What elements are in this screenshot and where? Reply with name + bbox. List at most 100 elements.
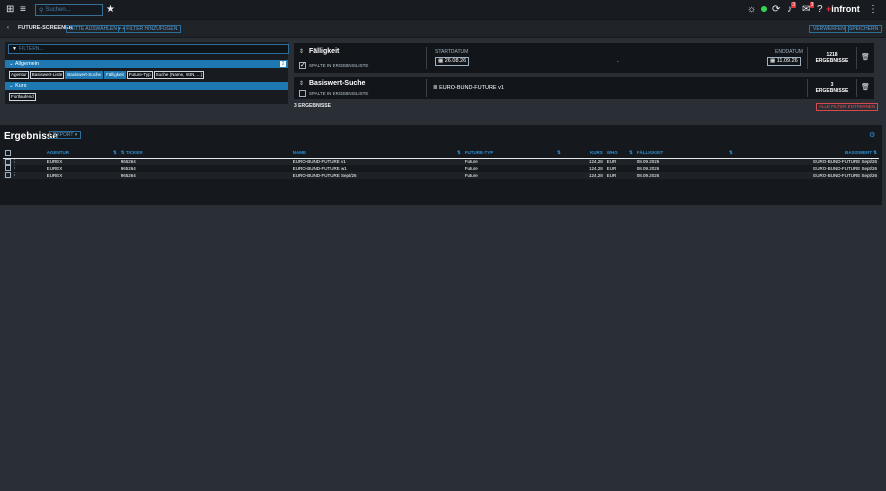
col-basiswert[interactable]: BASISWERT ⇅ xyxy=(734,148,879,159)
col-whg[interactable]: WHG ⇅ xyxy=(604,148,635,159)
cell-faelligkeit: 08.09.2026 xyxy=(634,158,735,165)
col-future-typ[interactable]: FUTURE-TYP ⇅ xyxy=(462,148,563,159)
connection-status-icon xyxy=(761,6,767,12)
refresh-icon[interactable]: ⟳ xyxy=(772,4,780,16)
end-date-field[interactable]: ▦ 11.09.26 xyxy=(767,57,801,66)
cell-agentur: EUREX xyxy=(46,166,63,171)
cell-basiswert: EURO-BUND-FUTURE Sept/26 xyxy=(734,158,879,165)
table-header: AGENTUR ⇅ ⇅ TICKER NAME ⇅ FUTURE-TYP ⇅ KURS… xyxy=(3,148,879,159)
calendar-icon: ▦ xyxy=(770,58,776,64)
end-date-label: ENDDATUM xyxy=(775,49,803,55)
cell-whg: EUR xyxy=(604,158,635,165)
menu-icon[interactable]: ≡ xyxy=(20,4,26,16)
delete-criterion-icon[interactable]: 🗑 xyxy=(861,53,870,61)
col-name[interactable]: NAME ⇅ xyxy=(290,148,463,159)
discard-button[interactable]: VERWERFEN xyxy=(809,25,849,33)
cell-basiswert: EURO-BUND-FUTURE Sept/26 xyxy=(734,172,879,179)
export-button[interactable]: EXPORT ▾ xyxy=(49,131,82,139)
row-checkbox[interactable]: ⋮ xyxy=(3,158,19,165)
chat-icon[interactable]: ✉ 3 xyxy=(802,2,815,16)
show-column-checkbox[interactable] xyxy=(299,61,306,69)
apps-grid-icon[interactable]: ⊞ xyxy=(6,4,14,16)
cell-ticker: 965264 xyxy=(118,172,291,179)
cell-whg: EUR xyxy=(604,172,635,179)
table-row[interactable]: ⋮ EUREX 965264 EURO-BUND-FUTURE Sept/26 … xyxy=(3,172,879,179)
help-icon[interactable]: ? xyxy=(817,4,823,16)
group-allgemein[interactable]: ⌄ Allgemein 2 xyxy=(5,60,288,68)
filter-input[interactable]: ▼ FILTERN... xyxy=(8,44,289,54)
show-column-checkbox[interactable] xyxy=(299,90,306,97)
sort-icon: ⇅ xyxy=(456,149,461,155)
tag-row-kurs: Fortlaufend xyxy=(9,93,36,101)
divider xyxy=(807,47,808,69)
more-vertical-icon[interactable]: ⋮ xyxy=(868,4,878,16)
cell-agentur: EUREX xyxy=(18,158,119,165)
cell-name[interactable]: EURO-BUND-FUTURE v1 xyxy=(290,158,463,165)
table-row[interactable]: ⋮ EUREX 965264 EURO-BUND-FUTURE v1 Futur… xyxy=(3,158,879,165)
select-all-checkbox[interactable] xyxy=(3,148,19,159)
criterion-card-faelligkeit: ⇕ Fälligkeit SPALTE IN ERGEBNISLISTE STA… xyxy=(294,43,874,73)
col-agentur[interactable]: AGENTUR ⇅ xyxy=(18,148,119,159)
infront-logo: +infront xyxy=(826,4,860,14)
gear-icon[interactable]: ⚙ xyxy=(869,131,875,139)
delete-criterion-icon[interactable]: 🗑 xyxy=(861,83,870,91)
search-placeholder: Suchen... xyxy=(45,7,71,13)
alerts-badge: 3 xyxy=(791,2,796,8)
cell-future-typ: Future xyxy=(462,172,563,179)
drag-handle-icon[interactable]: ⇕ xyxy=(299,80,304,87)
calendar-icon: ▦ xyxy=(438,58,444,64)
start-date-field[interactable]: ▦ 26.08.26 xyxy=(435,57,470,66)
group-count-badge: 2 xyxy=(280,61,286,67)
divider xyxy=(426,79,427,97)
messages-badge: 3 xyxy=(809,2,815,8)
cell-ticker: 965264 xyxy=(120,166,136,171)
add-filter-button[interactable]: + FILTER HINZUFÜGEN xyxy=(118,25,182,33)
filter-funnel-icon: ▼ xyxy=(12,46,17,52)
table-row[interactable]: ⋮ EUREX 965264 EURO-BUND-FUTURE w1 Futur… xyxy=(3,165,879,172)
cell-kurs: 124,28 xyxy=(589,166,603,171)
top-bar: ⊞ ≡ ⚲ Suchen... ★ ☼ ⟳ ♪ 3 ✉ 3 ? +infront ⋮ xyxy=(0,0,886,20)
screener-select[interactable]: BITTE AUSWÄHLEN ▾ xyxy=(66,25,125,33)
group-kurs[interactable]: ⌄ Kurs xyxy=(5,82,288,90)
group-label: Kurs xyxy=(15,83,27,89)
drag-handle-icon[interactable]: ⇕ xyxy=(299,48,304,55)
back-chevron-icon[interactable]: ‹ xyxy=(7,25,9,31)
favorites-star-icon[interactable]: ★ xyxy=(106,4,115,16)
theme-sun-icon[interactable]: ☼ xyxy=(747,4,756,16)
col-ticker[interactable]: ⇅ TICKER xyxy=(118,148,291,159)
row-checkbox[interactable]: ⋮ xyxy=(3,165,19,172)
tag-basiswert-liste[interactable]: Basiswert-Liste xyxy=(29,71,65,79)
sort-icon: ⇅ xyxy=(628,149,633,155)
col-kurs[interactable]: KURS xyxy=(562,148,605,159)
tag-agentur[interactable]: Agentur xyxy=(9,71,29,79)
total-results-label: 3 ERGEBNISSE xyxy=(294,103,331,109)
sort-icon: ⇅ xyxy=(112,149,117,155)
chevron-down-icon: ▾ xyxy=(74,132,78,138)
row-menu-icon: ⋮ xyxy=(12,158,17,164)
cell-agentur: EUREX xyxy=(18,172,119,179)
bell-icon[interactable]: ♪ 3 xyxy=(787,2,796,16)
chevron-down-icon: ⌄ xyxy=(9,61,14,67)
search-input[interactable]: ⚲ Suchen... xyxy=(35,4,103,16)
page-title: FUTURE-SCREENER xyxy=(18,25,73,31)
show-column-label: SPALTE IN ERGEBNISLISTE xyxy=(309,91,369,96)
tag-suche[interactable]: Suche (Name, ISIN, ...) xyxy=(153,71,205,79)
row-menu-icon: ⋮ xyxy=(12,172,17,178)
results-table: AGENTUR ⇅ ⇅ TICKER NAME ⇅ FUTURE-TYP ⇅ KURS… xyxy=(3,148,879,179)
tag-row-allgemein: Agentur Basiswert-Liste Basiswert-Suche … xyxy=(9,71,205,79)
sort-icon: ⇅ xyxy=(873,149,877,155)
save-button[interactable]: SPEICHERN xyxy=(845,25,883,33)
cell-name[interactable]: EURO-BUND-FUTURE Sept/26 xyxy=(290,172,463,179)
date-range-dash: - xyxy=(617,59,619,64)
tag-basiswert-suche[interactable]: Basiswert-Suche xyxy=(65,71,104,79)
row-checkbox[interactable]: ⋮ xyxy=(3,172,19,179)
tag-faelligkeit[interactable]: Fälligkeit xyxy=(104,71,126,79)
criterion-title: Basiswert-Suche xyxy=(309,80,366,87)
tag-fortlaufend[interactable]: Fortlaufend xyxy=(9,93,36,101)
criterion-card-basiswert-suche: ⇕ Basiswert-Suche SPALTE IN ERGEBNISLIST… xyxy=(294,77,874,99)
tag-future-typ[interactable]: Future-Typ xyxy=(126,71,153,79)
cell-name[interactable]: EURO-BUND-FUTURE w1 xyxy=(291,165,463,172)
col-faelligkeit[interactable]: FÄLLIGKEIT ⇅ xyxy=(634,148,735,159)
results-panel: Ergebnisse EXPORT ▾ ⚙ AGENTUR ⇅ ⇅ TICKER … xyxy=(0,125,882,205)
remove-all-filters-button[interactable]: ALLE FILTER ENTFERNEN xyxy=(816,103,879,111)
